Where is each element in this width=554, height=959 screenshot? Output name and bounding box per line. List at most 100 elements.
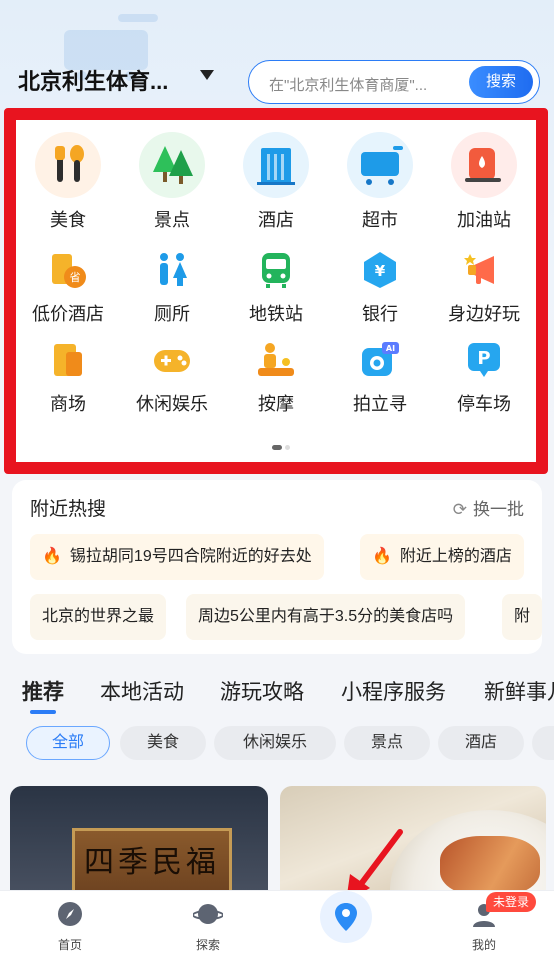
category-fun-nearby[interactable]: 身边好玩 [432,250,536,326]
category-label: 商场 [50,394,86,414]
category-mall[interactable]: 商场 [16,340,120,416]
hot-search-card: 附近热搜 ⟳ 换一批 🔥 锡拉胡同19号四合院附近的好去处 🔥 附近上榜的酒店 北京的… [12,480,542,654]
category-label: 景点 [154,210,190,230]
search-input[interactable]: 在"北京利生体育商厦"... [269,74,449,95]
restaurant-sign: 四季民福 [72,828,232,898]
fire-icon: 🔥 [372,548,392,565]
category-parking[interactable]: P 停车场 [432,340,536,416]
filter-hotel[interactable]: 酒店 [438,726,524,760]
category-label: 身边好玩 [448,304,520,324]
category-scenic[interactable]: 景点 [120,132,224,232]
category-massage[interactable]: 按摩 [224,340,328,416]
megaphone-icon [464,250,504,290]
hot-chip-label: 锡拉胡同19号四合院附近的好去处 [69,548,312,565]
ai-camera-icon: AI [360,340,400,380]
search-button[interactable]: 搜索 [469,66,533,98]
tab-recommend[interactable]: 推荐 [22,676,64,706]
refresh-icon: ⟳ [452,500,467,519]
bottom-navigation: 首页 探索 我的 [0,890,554,959]
tab-local-events[interactable]: 本地活动 [100,676,184,706]
tab-mini-programs[interactable]: 小程序服务 [341,676,446,706]
category-label: 按摩 [258,394,294,414]
refresh-label: 换一批 [473,500,524,519]
feed-tabs: 推荐 本地活动 游玩攻略 小程序服务 新鲜事儿 [0,676,554,716]
feed-card-restaurant[interactable]: 四季民福 [10,786,268,906]
category-label: 厕所 [154,304,190,324]
svg-text:AI: AI [386,344,395,353]
nav-label: 探索 [195,938,220,952]
tab-travel-guides[interactable]: 游玩攻略 [220,676,304,706]
parking-icon: P [464,340,504,380]
building-icon [243,132,309,198]
hot-chip[interactable]: 🔥 锡拉胡同19号四合院附近的好去处 [30,534,324,580]
city-selector[interactable]: 北京利生体育... [18,64,168,96]
login-badge: 未登录 [486,892,537,912]
location-pin-icon [335,903,357,931]
filter-more[interactable] [532,726,554,760]
toilet-icon [152,250,192,290]
category-label: 酒店 [258,210,294,230]
hot-search-title: 附近热搜 [30,499,107,520]
caret-down-icon[interactable] [200,70,214,80]
fork-spoon-icon [35,132,101,198]
bank-icon: ¥ [360,250,400,290]
category-label: 地铁站 [249,304,303,324]
filter-all[interactable]: 全部 [26,726,110,760]
category-label: 加油站 [457,210,511,230]
filter-chips: 全部 美食 休闲娱乐 景点 酒店 [0,726,554,762]
page-dot-active [272,445,282,450]
compass-icon [58,902,82,926]
category-hotel[interactable]: 酒店 [224,132,328,232]
nav-home[interactable]: 首页 [40,901,100,953]
category-bank[interactable]: ¥ 银行 [328,250,432,326]
cart-icon [347,132,413,198]
feed-card-food[interactable] [280,786,546,906]
category-grid: 美食 景点 酒店 超市 加油站 省 低价酒店 厕所 地铁站 ¥ 银行 身边好玩 … [16,120,536,462]
filter-entertainment[interactable]: 休闲娱乐 [214,726,336,760]
active-tab-indicator [30,710,56,714]
category-label: 休闲娱乐 [136,394,208,414]
page-indicator [272,437,290,455]
hot-chip[interactable]: 附 [502,594,542,640]
hot-chip-label: 附近上榜的酒店 [399,548,512,565]
category-label: 银行 [362,304,398,324]
category-grid-highlight: 美食 景点 酒店 超市 加油站 省 低价酒店 厕所 地铁站 ¥ 银行 身边好玩 … [4,108,548,474]
category-subway[interactable]: 地铁站 [224,250,328,326]
hot-chip[interactable]: 🔥 附近上榜的酒店 [360,534,524,580]
svg-text:¥: ¥ [375,262,386,280]
nav-label: 我的 [471,938,496,952]
category-label: 超市 [362,210,398,230]
category-entertainment[interactable]: 休闲娱乐 [120,340,224,416]
hot-chip[interactable]: 北京的世界之最 [30,594,167,640]
fire-icon: 🔥 [42,548,62,565]
subway-icon [256,250,296,290]
category-supermarket[interactable]: 超市 [328,132,432,232]
location-button[interactable] [320,891,372,943]
category-budget-hotel[interactable]: 省 低价酒店 [16,250,120,326]
filter-food[interactable]: 美食 [120,726,206,760]
nav-explore[interactable]: 探索 [178,901,238,953]
svg-text:省: 省 [70,271,81,284]
hot-chip-label: 周边5公里内有高于3.5分的美食店吗 [198,608,454,625]
filter-scenic[interactable]: 景点 [344,726,430,760]
hot-chip-label: 附 [514,608,531,625]
category-label: 停车场 [457,394,511,414]
category-gas-station[interactable]: 加油站 [432,132,536,232]
nav-label: 首页 [57,938,82,952]
page-dot [285,445,290,450]
planet-icon [192,904,224,924]
budget-hotel-icon: 省 [48,250,88,290]
hot-chip-label: 北京的世界之最 [42,608,155,625]
hot-chip[interactable]: 周边5公里内有高于3.5分的美食店吗 [186,594,466,640]
refresh-button[interactable]: ⟳ 换一批 [453,495,524,520]
category-toilet[interactable]: 厕所 [120,250,224,326]
category-snap-search[interactable]: AI 拍立寻 [328,340,432,416]
search-box[interactable]: 在"北京利生体育商厦"... 搜索 [248,60,540,104]
food-image [440,836,540,896]
category-label: 美食 [50,210,86,230]
trees-icon [139,132,205,198]
category-food[interactable]: 美食 [16,132,120,232]
tab-news[interactable]: 新鲜事儿 [484,676,554,706]
svg-text:P: P [477,348,490,369]
header: 北京利生体育... 在"北京利生体育商厦"... 搜索 [0,56,554,104]
